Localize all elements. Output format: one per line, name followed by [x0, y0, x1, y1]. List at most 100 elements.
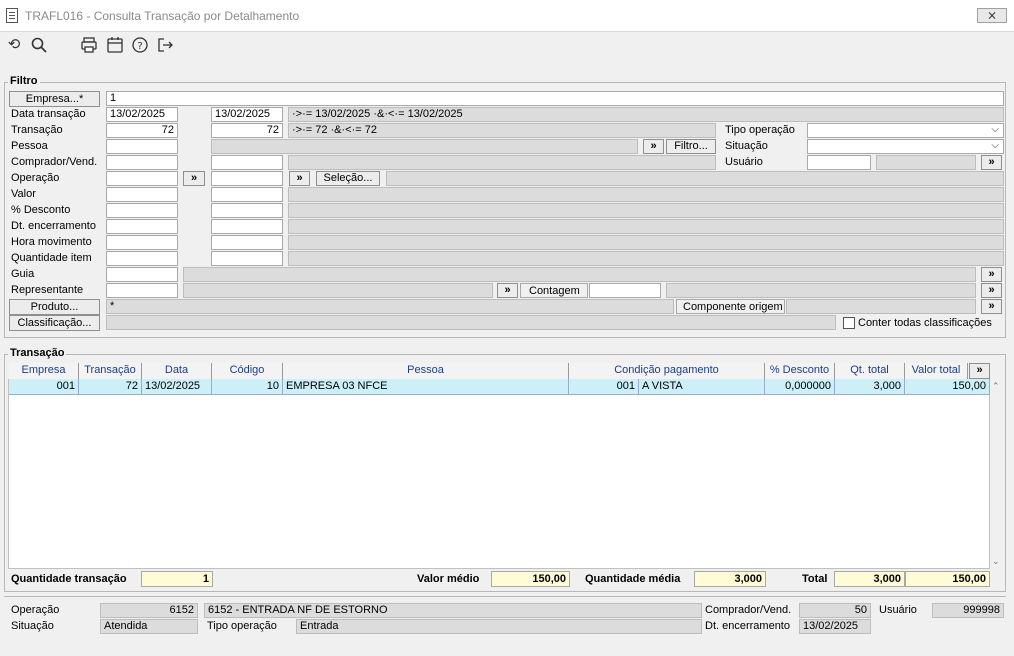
divider — [4, 596, 1006, 597]
operacao-lookup-button[interactable]: » — [289, 171, 310, 186]
selecao-button[interactable]: Seleção... — [316, 171, 380, 186]
help-icon[interactable]: ? — [131, 36, 149, 54]
representante-lookup-button[interactable]: » — [497, 283, 518, 298]
classificacao-button[interactable]: Classificação... — [9, 315, 100, 331]
conter-todas-label: Conter todas classificações — [858, 317, 992, 329]
pessoa-de-input[interactable] — [106, 139, 178, 154]
det-situacao-label: Situação — [11, 620, 54, 632]
contagem-input[interactable] — [589, 283, 661, 298]
componente-lookup-button[interactable]: » — [981, 299, 1002, 314]
table-row-pessoa[interactable]: EMPRESA 03 NFCE — [283, 379, 569, 395]
table-row-desconto[interactable]: 0,000000 — [765, 379, 835, 395]
quantidade-item-expression-display — [288, 251, 1004, 266]
empresa-input[interactable]: 1 — [106, 91, 1004, 106]
empresa-button[interactable]: Empresa...* — [9, 91, 100, 107]
transacao-group-label: Transação — [8, 347, 67, 359]
componente-origem-label: Componente origem — [676, 299, 785, 314]
tipo-operacao-select[interactable]: ⌵ — [807, 123, 1004, 138]
columns-more-button[interactable]: » — [969, 363, 990, 379]
print-icon[interactable] — [80, 36, 98, 54]
guia-input[interactable] — [106, 267, 178, 282]
filtro-button[interactable]: Filtro... — [666, 139, 716, 154]
search-icon[interactable] — [30, 36, 48, 54]
quantidade-item-ate-input[interactable] — [211, 251, 283, 266]
det-dt-encerramento-value: 13/02/2025 — [799, 619, 871, 634]
dt-encerramento-expression-display — [288, 219, 1004, 234]
produto-button[interactable]: Produto... — [9, 299, 100, 315]
valor-de-input[interactable] — [106, 187, 178, 202]
representante-input[interactable] — [106, 283, 178, 298]
desconto-expression-display — [288, 203, 1004, 218]
usuario-name-display — [876, 155, 976, 170]
table-row-transacao[interactable]: 72 — [79, 379, 142, 395]
transacao-ate-input[interactable]: 72 — [211, 123, 283, 138]
representante-display — [183, 283, 493, 298]
hora-movimento-ate-input[interactable] — [211, 235, 283, 250]
calendar-icon[interactable] — [106, 36, 124, 54]
chevron-down-icon: ⌵ — [991, 124, 999, 135]
scroll-up-icon[interactable]: ⌃ — [992, 381, 1000, 392]
operacao-range-button[interactable]: » — [183, 171, 205, 186]
col-pessoa[interactable]: Pessoa — [283, 363, 569, 379]
scroll-down-icon[interactable]: ⌄ — [992, 556, 1000, 567]
transacao-de-input[interactable]: 72 — [106, 123, 178, 138]
comprador-ate-input[interactable] — [211, 155, 283, 170]
valor-ate-input[interactable] — [211, 187, 283, 202]
refresh-icon[interactable]: ⟲ — [5, 36, 23, 54]
det-dt-encerramento-label: Dt. encerramento — [705, 620, 790, 632]
table-row-cond-codigo[interactable]: 001 — [569, 379, 639, 395]
comprador-de-input[interactable] — [106, 155, 178, 170]
col-qt-total[interactable]: Qt. total — [835, 363, 905, 379]
usuario-lookup-button[interactable]: » — [981, 155, 1002, 170]
hora-movimento-de-input[interactable] — [106, 235, 178, 250]
operacao-ate-input[interactable] — [211, 171, 283, 186]
pessoa-lookup-button[interactable]: » — [643, 139, 664, 154]
table-row-empresa[interactable]: 001 — [9, 379, 79, 395]
desconto-de-input[interactable] — [106, 203, 178, 218]
document-icon — [6, 8, 18, 23]
guia-display — [183, 267, 976, 282]
table-row-cond-nome[interactable]: A VISTA — [639, 379, 765, 395]
desconto-ate-input[interactable] — [211, 203, 283, 218]
tipo-operacao-label: Tipo operação — [725, 124, 795, 136]
desconto-label: % Desconto — [11, 204, 71, 216]
det-usuario-value: 999998 — [932, 603, 1004, 618]
col-data[interactable]: Data — [142, 363, 212, 379]
col-codigo[interactable]: Código — [212, 363, 283, 379]
data-de-input[interactable]: 13/02/2025 — [106, 107, 178, 122]
table-row-data[interactable]: 13/02/2025 — [142, 379, 212, 395]
table-row-valor-total[interactable]: 150,00 — [905, 379, 990, 395]
col-valor-total[interactable]: Valor total — [905, 363, 968, 379]
guia-lookup-button[interactable]: » — [981, 267, 1002, 282]
col-transacao[interactable]: Transação — [79, 363, 142, 379]
situacao-select[interactable]: ⌵ — [807, 139, 1004, 154]
data-transacao-label: Data transação — [11, 108, 86, 120]
contagem-lookup-button[interactable]: » — [981, 283, 1002, 298]
conter-todas-checkbox[interactable] — [843, 317, 855, 329]
operacao-label: Operação — [11, 172, 60, 184]
transacao-label: Transação — [11, 124, 63, 136]
chevron-down-icon: ⌵ — [991, 140, 999, 151]
total-qt-value: 3,000 — [834, 571, 905, 587]
det-tipo-operacao-value: Entrada — [296, 619, 702, 634]
qtd-media-value: 3,000 — [694, 571, 766, 587]
operacao-de-input[interactable] — [106, 171, 178, 186]
exit-icon[interactable] — [156, 36, 174, 54]
table-row-qt-total[interactable]: 3,000 — [835, 379, 905, 395]
col-condicao-pagamento[interactable]: Condição pagamento — [569, 363, 765, 379]
contagem-display — [666, 283, 976, 298]
grid-scrollbar[interactable]: ⌃ ⌄ — [990, 379, 1003, 569]
close-button[interactable]: ⨯ — [977, 8, 1007, 23]
usuario-input[interactable] — [807, 155, 871, 170]
col-empresa[interactable]: Empresa — [9, 363, 79, 379]
valor-medio-label: Valor médio — [417, 573, 480, 585]
col-desconto[interactable]: % Desconto — [765, 363, 835, 379]
quantidade-item-de-input[interactable] — [106, 251, 178, 266]
svg-text:?: ? — [137, 41, 142, 52]
data-ate-input[interactable]: 13/02/2025 — [211, 107, 283, 122]
dt-encerramento-ate-input[interactable] — [211, 219, 283, 234]
det-situacao-value: Atendida — [100, 619, 198, 634]
det-comprador-label: Comprador/Vend. — [705, 604, 792, 616]
dt-encerramento-de-input[interactable] — [106, 219, 178, 234]
table-row-codigo[interactable]: 10 — [212, 379, 283, 395]
